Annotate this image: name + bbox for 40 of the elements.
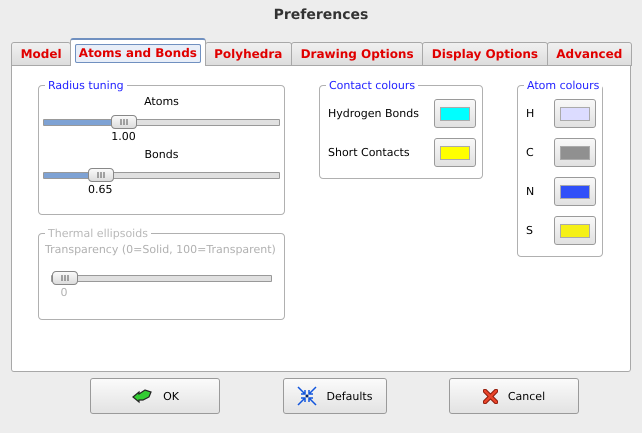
defaults-button[interactable]: Defaults: [282, 378, 386, 414]
slider-thumb[interactable]: [88, 168, 114, 182]
grip-icon: [61, 275, 69, 281]
slider-label: Transparency (0=Solid, 100=Transparent): [44, 242, 277, 258]
tab[interactable]: Display Options: [422, 42, 548, 66]
ok-button[interactable]: OK: [90, 378, 220, 414]
color-picker-button[interactable]: [554, 177, 596, 206]
color-picker-button[interactable]: [554, 216, 596, 245]
group-title: Radius tuning: [47, 79, 125, 92]
group-title: Contact colours: [328, 79, 416, 92]
slider-value: 0: [60, 286, 68, 299]
group-title: Atom colours: [526, 79, 600, 92]
tab[interactable]: Model: [11, 42, 72, 66]
color-label: Short Contacts: [328, 146, 410, 159]
group-title: Thermal ellipsoids: [47, 227, 149, 240]
grip-icon: [120, 119, 128, 125]
tab[interactable]: Atoms and Bonds: [70, 38, 206, 66]
grip-icon: [96, 172, 105, 178]
color-label: H: [526, 107, 534, 120]
slider-label: Bonds: [144, 147, 180, 163]
color-label: S: [526, 224, 533, 237]
slider-label: Atoms: [143, 94, 180, 110]
color-picker-button[interactable]: [554, 138, 596, 167]
color-label: Hydrogen Bonds: [328, 107, 419, 120]
arrow-icon: [131, 388, 154, 404]
tab[interactable]: Advanced: [546, 42, 632, 66]
window-title: Preferences: [272, 6, 370, 25]
slider-value: 1.00: [111, 130, 136, 143]
slider-thumb[interactable]: [110, 115, 137, 129]
cancel-button[interactable]: Cancel: [449, 378, 579, 414]
arrows-icon: [296, 386, 317, 406]
color-picker-button[interactable]: [434, 138, 476, 167]
color-picker-button[interactable]: [434, 99, 476, 128]
slider-value: 0.65: [88, 183, 113, 196]
color-picker-button[interactable]: [554, 99, 596, 128]
tab[interactable]: Polyhedra: [204, 42, 292, 66]
tab[interactable]: Drawing Options: [290, 42, 424, 66]
color-label: N: [526, 185, 534, 198]
close-icon: [482, 388, 498, 404]
color-label: C: [526, 146, 534, 159]
